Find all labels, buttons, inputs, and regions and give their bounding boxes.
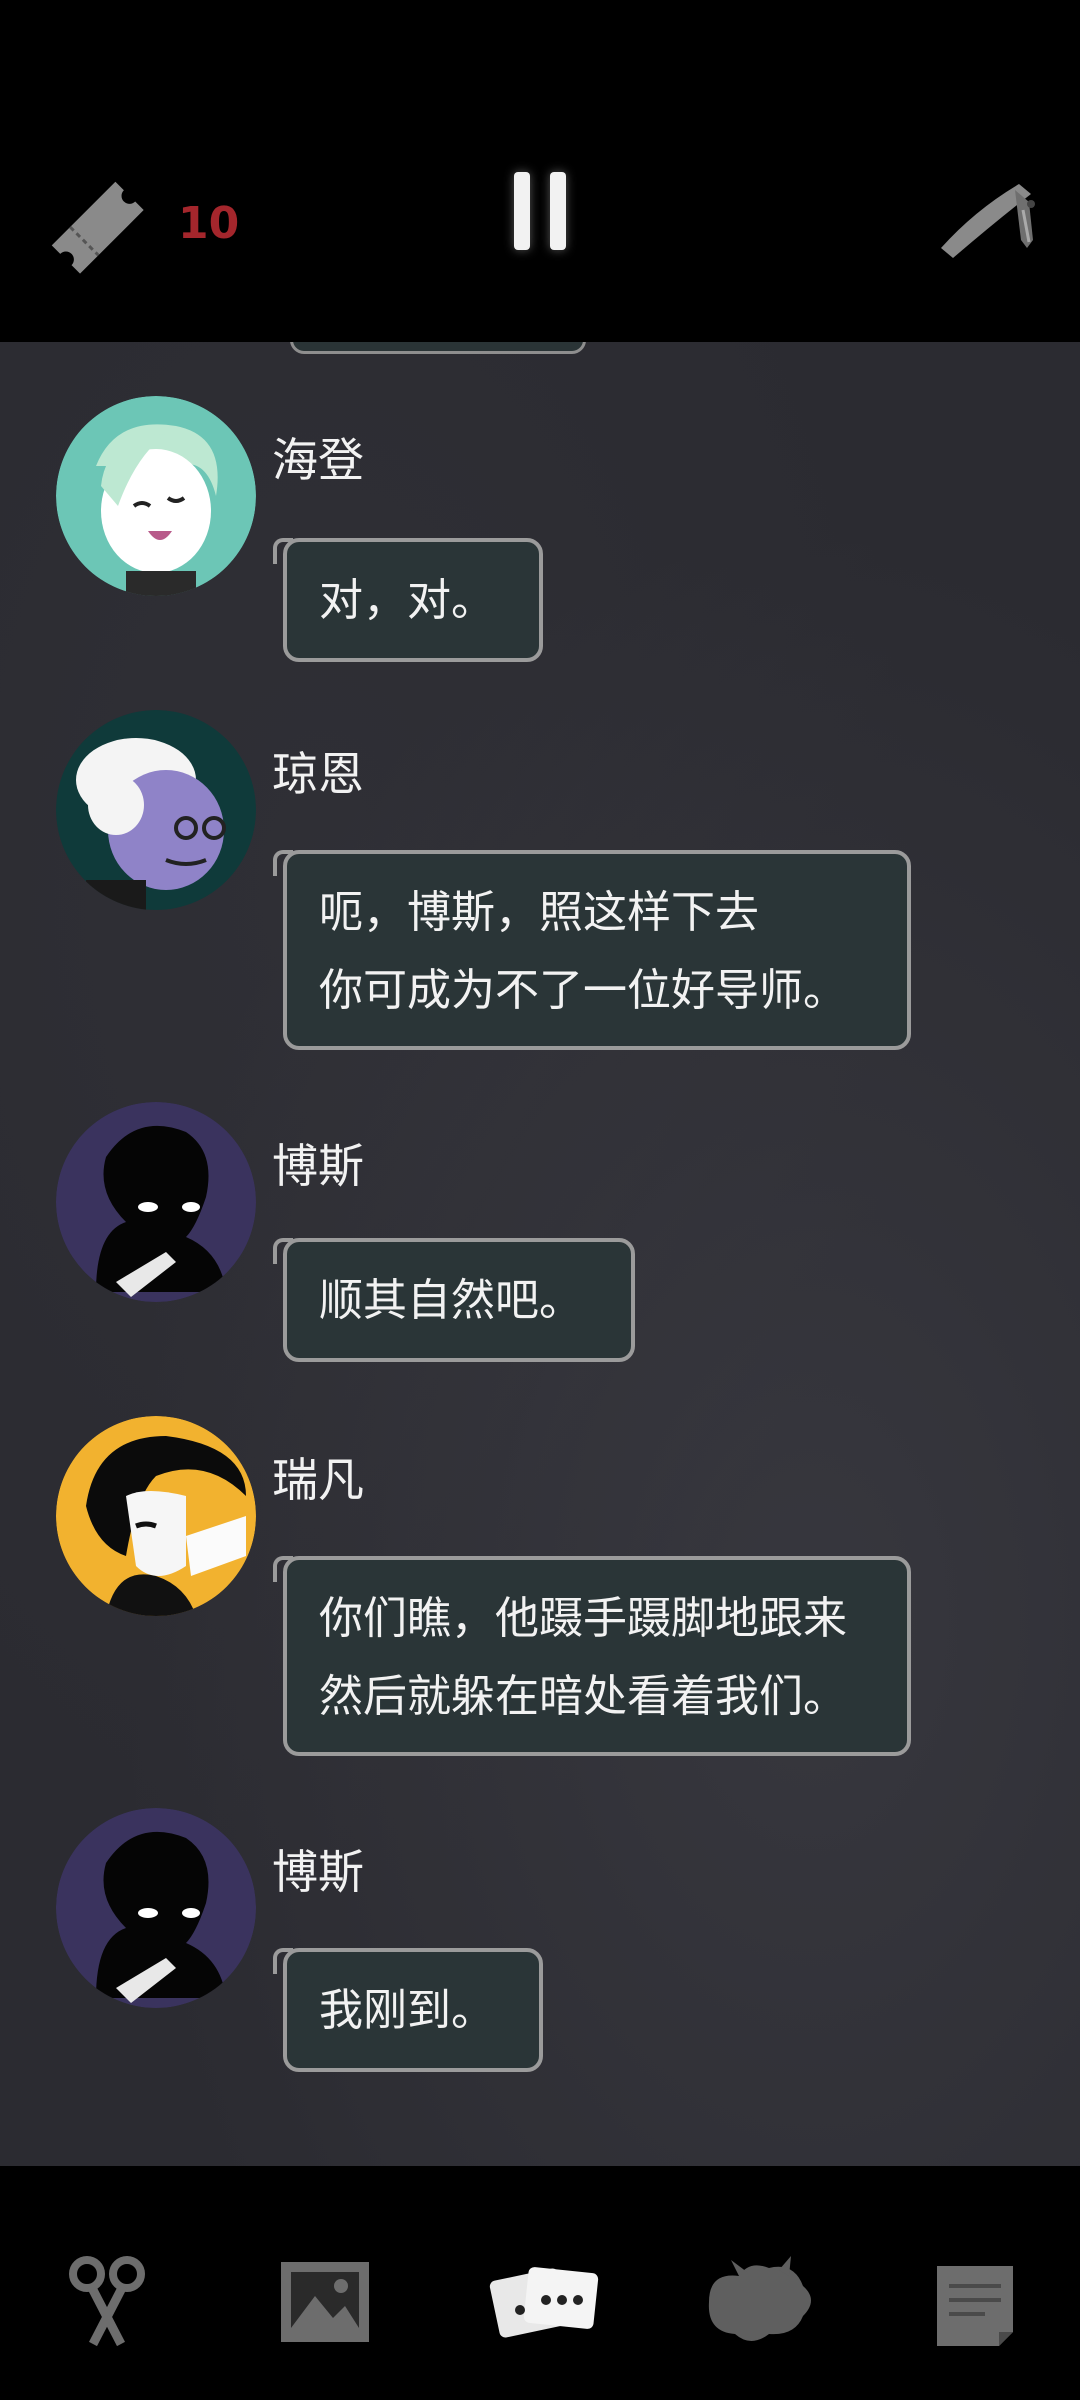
avatar-ruifan[interactable] bbox=[56, 1416, 256, 1616]
message-line: 我刚到。 bbox=[319, 1985, 495, 2036]
speaker-name: 海登 bbox=[272, 433, 364, 487]
ticket-icon[interactable] bbox=[38, 168, 156, 286]
chat-cards-icon bbox=[489, 2267, 599, 2338]
message-line: 呃，博斯，照这样下去 bbox=[319, 887, 759, 938]
pause-button[interactable] bbox=[500, 160, 580, 260]
message-bubble[interactable]: 对，对。 bbox=[273, 538, 543, 662]
notes-icon bbox=[937, 2266, 1013, 2346]
knife-icon[interactable] bbox=[935, 170, 1045, 280]
nav-item-gallery[interactable] bbox=[260, 2252, 390, 2352]
message-line: 然后就躲在暗处看着我们。 bbox=[319, 1671, 847, 1722]
nav-item-notes[interactable] bbox=[910, 2252, 1040, 2352]
avatar-boss[interactable] bbox=[56, 1102, 256, 1302]
avatar-boss[interactable] bbox=[56, 1808, 256, 2008]
speaker-name: 博斯 bbox=[272, 1139, 364, 1193]
ticket-count: 10 bbox=[178, 198, 240, 249]
speaker-name: 博斯 bbox=[272, 1845, 364, 1899]
avatar-hayden[interactable] bbox=[56, 396, 256, 596]
scissors-icon bbox=[69, 2256, 145, 2347]
gallery-icon bbox=[281, 2262, 369, 2342]
nav-item-scissors[interactable] bbox=[42, 2252, 172, 2352]
message-bubble[interactable]: 你们瞧，他蹑手蹑脚地跟来 然后就躲在暗处看着我们。 bbox=[273, 1556, 911, 1756]
message-line: 你们瞧，他蹑手蹑脚地跟来 bbox=[319, 1593, 847, 1644]
nav-item-chat[interactable] bbox=[476, 2252, 606, 2352]
chat-screen: { "top_bar": { "ticket_count": "10", "ti… bbox=[0, 0, 1080, 2400]
message-bubble[interactable]: 呃，博斯，照这样下去 你可成为不了一位好导师。 bbox=[273, 850, 911, 1050]
chat-log[interactable]: 海登 对，对。 琼恩 呃，博斯，照这样下去 你可成为不了一位好导师。 博斯 顺其… bbox=[0, 342, 1080, 2166]
nav-item-creature[interactable] bbox=[694, 2252, 824, 2352]
message-line: 对，对。 bbox=[319, 575, 495, 626]
top-bar: 10 bbox=[0, 0, 1080, 342]
avatar-joan[interactable] bbox=[56, 710, 256, 910]
message-bubble[interactable]: 我刚到。 bbox=[273, 1948, 543, 2072]
previous-bubble-edge bbox=[290, 342, 586, 354]
creature-icon bbox=[708, 2256, 811, 2341]
pause-icon bbox=[514, 172, 530, 250]
speaker-name: 瑞凡 bbox=[272, 1453, 364, 1507]
message-bubble[interactable]: 顺其自然吧。 bbox=[273, 1238, 635, 1362]
speaker-name: 琼恩 bbox=[272, 747, 364, 801]
message-line: 顺其自然吧。 bbox=[319, 1275, 583, 1326]
message-line: 你可成为不了一位好导师。 bbox=[319, 965, 847, 1016]
